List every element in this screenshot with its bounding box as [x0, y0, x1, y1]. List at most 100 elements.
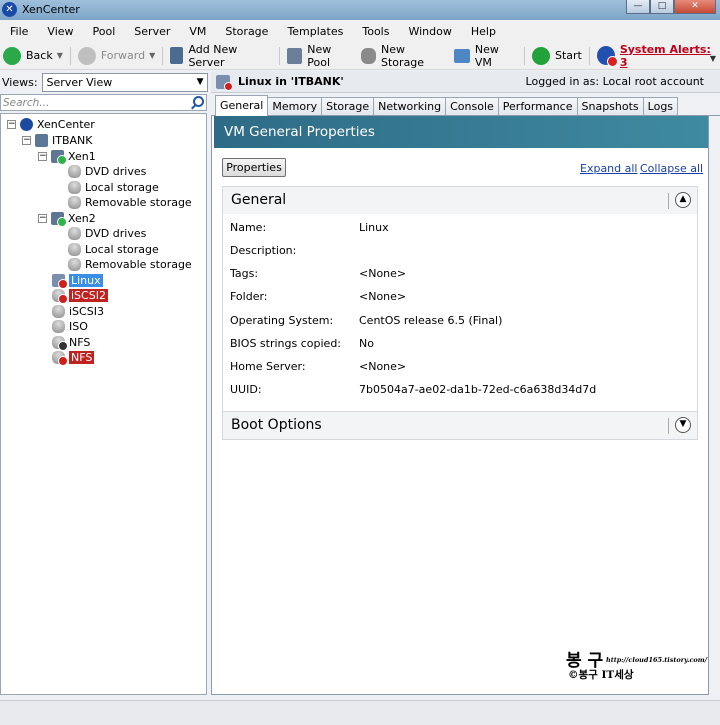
back-label: Back: [26, 49, 53, 62]
collapse-toggle[interactable]: −: [22, 136, 31, 145]
tree-label: NFS: [69, 336, 91, 349]
disk-icon: [52, 305, 65, 318]
search-icon[interactable]: [193, 96, 204, 107]
tab-snapshots[interactable]: Snapshots: [576, 97, 644, 115]
menu-view[interactable]: View: [37, 25, 82, 38]
tree-label: Linux: [69, 274, 103, 287]
tab-general[interactable]: General: [215, 95, 269, 116]
back-arrow-icon: [3, 46, 21, 65]
system-alerts-link[interactable]: System Alerts: 3: [620, 43, 717, 69]
minimize-button[interactable]: —: [626, 0, 650, 14]
toolbar-separator: [162, 46, 164, 65]
general-panel: VM General Properties Properties Expand …: [211, 116, 709, 695]
prop-value: Linux: [359, 221, 389, 234]
collapse-all-link[interactable]: Collapse all: [640, 162, 703, 175]
search-input[interactable]: Search...: [0, 94, 207, 111]
tree-item-pool[interactable]: − ITBANK: [22, 133, 92, 148]
menu-file[interactable]: File: [0, 25, 37, 38]
tab-storage[interactable]: Storage: [321, 97, 375, 115]
tree-label: DVD drives: [85, 227, 147, 240]
tree-label: Removable storage: [85, 196, 192, 209]
menu-tools[interactable]: Tools: [352, 25, 398, 38]
server-icon: [170, 47, 184, 64]
prop-key: Description:: [230, 244, 297, 257]
tree-item-sr-nfs[interactable]: NFS: [52, 335, 91, 351]
object-title: Linux in 'ITBANK': [238, 75, 344, 88]
tab-networking[interactable]: Networking: [373, 97, 447, 115]
watermark-url: http://cloud165.tistory.com/: [606, 656, 708, 664]
new-pool-button[interactable]: New Pool: [284, 42, 358, 69]
tree-item-sr-iscsi3[interactable]: iSCSI3: [52, 304, 104, 319]
title-bar: ✕ XenCenter — □ ✕: [0, 0, 720, 20]
menu-help[interactable]: Help: [461, 25, 505, 38]
maximize-button[interactable]: □: [650, 0, 674, 14]
tree-label: ITBANK: [52, 134, 93, 147]
object-header: Linux in 'ITBANK' Logged in as: Local ro…: [211, 71, 720, 93]
tree-label: Local storage: [85, 181, 159, 194]
power-icon: [531, 46, 550, 65]
tree-item-xencenter[interactable]: − XenCenter: [7, 117, 95, 132]
new-pool-label: New Pool: [307, 42, 332, 69]
chevron-up-icon[interactable]: ▲: [675, 192, 691, 208]
tab-console[interactable]: Console: [445, 97, 499, 115]
tree-item-sr-iscsi2[interactable]: iSCSI2: [52, 288, 108, 304]
start-button[interactable]: Start: [529, 44, 585, 68]
disk-icon: [68, 243, 81, 256]
tree-label: NFS: [69, 351, 95, 364]
menu-vm[interactable]: VM: [179, 25, 215, 38]
tree-item-host-xen2[interactable]: − Xen2: [38, 211, 96, 227]
prop-key: Operating System:: [230, 314, 334, 327]
back-dropdown-icon[interactable]: ▼: [57, 51, 63, 60]
chevron-down-icon[interactable]: ▼: [675, 417, 691, 433]
tree-item-host-xen1[interactable]: − Xen1: [38, 149, 96, 165]
toolbar-overflow-icon[interactable]: ▼: [710, 54, 716, 63]
collapse-toggle[interactable]: −: [38, 152, 47, 161]
disk-icon: [68, 181, 81, 194]
tab-performance[interactable]: Performance: [497, 97, 578, 115]
tab-memory[interactable]: Memory: [267, 97, 323, 115]
storage-icon: [360, 47, 377, 64]
menu-window[interactable]: Window: [398, 25, 460, 38]
menu-templates[interactable]: Templates: [277, 25, 352, 38]
x-logo-icon: ✕: [2, 2, 17, 17]
prop-key: Name:: [230, 221, 267, 234]
properties-button[interactable]: Properties: [222, 158, 286, 177]
disk-icon: [68, 258, 81, 271]
close-button[interactable]: ✕: [674, 0, 716, 14]
expand-all-link[interactable]: Expand all: [580, 162, 638, 175]
menu-storage[interactable]: Storage: [215, 25, 277, 38]
tree-item-vm-linux[interactable]: Linux: [52, 273, 103, 289]
toolbar-separator: [279, 46, 281, 65]
views-select[interactable]: Server View ▼: [41, 72, 208, 92]
new-storage-button[interactable]: New Storage: [358, 43, 451, 69]
section-header[interactable]: Boot Options ▼: [223, 412, 697, 439]
tree-item-sr-nfs-error[interactable]: NFS: [52, 350, 95, 366]
forward-arrow-icon: [77, 46, 96, 65]
tree-label: iSCSI2: [69, 289, 108, 302]
back-button[interactable]: Back ▼: [0, 44, 66, 68]
forward-button[interactable]: Forward ▼: [75, 44, 158, 68]
forward-label: Forward: [100, 49, 146, 62]
tab-logs[interactable]: Logs: [642, 97, 679, 115]
tree-item-dvd-drives[interactable]: DVD drives: [68, 164, 146, 179]
collapse-toggle[interactable]: −: [7, 120, 16, 129]
add-new-server-button[interactable]: Add New Server: [167, 43, 275, 69]
new-vm-button[interactable]: New VM: [451, 43, 520, 69]
tree-label: Xen1: [68, 150, 96, 163]
menu-server[interactable]: Server: [124, 25, 179, 38]
tree-item-removable-storage[interactable]: Removable storage: [68, 195, 192, 210]
prop-key: Home Server:: [230, 360, 306, 373]
system-alerts-button[interactable]: System Alerts: 3: [594, 43, 720, 69]
collapse-toggle[interactable]: −: [38, 214, 47, 223]
forward-dropdown-icon[interactable]: ▼: [149, 51, 155, 60]
toolbar: Back ▼ Forward ▼ Add New Server New Pool…: [0, 42, 720, 70]
tree-item-local-storage[interactable]: Local storage: [68, 242, 159, 257]
menu-pool[interactable]: Pool: [83, 25, 125, 38]
tree-item-removable-storage[interactable]: Removable storage: [68, 257, 192, 272]
tree-item-local-storage[interactable]: Local storage: [68, 180, 159, 195]
tree-item-sr-iso[interactable]: ISO: [52, 319, 88, 334]
prop-value: No: [359, 337, 374, 350]
prop-value: <None>: [359, 360, 407, 373]
tree-item-dvd-drives[interactable]: DVD drives: [68, 226, 146, 241]
section-header[interactable]: General ▲: [223, 187, 697, 214]
